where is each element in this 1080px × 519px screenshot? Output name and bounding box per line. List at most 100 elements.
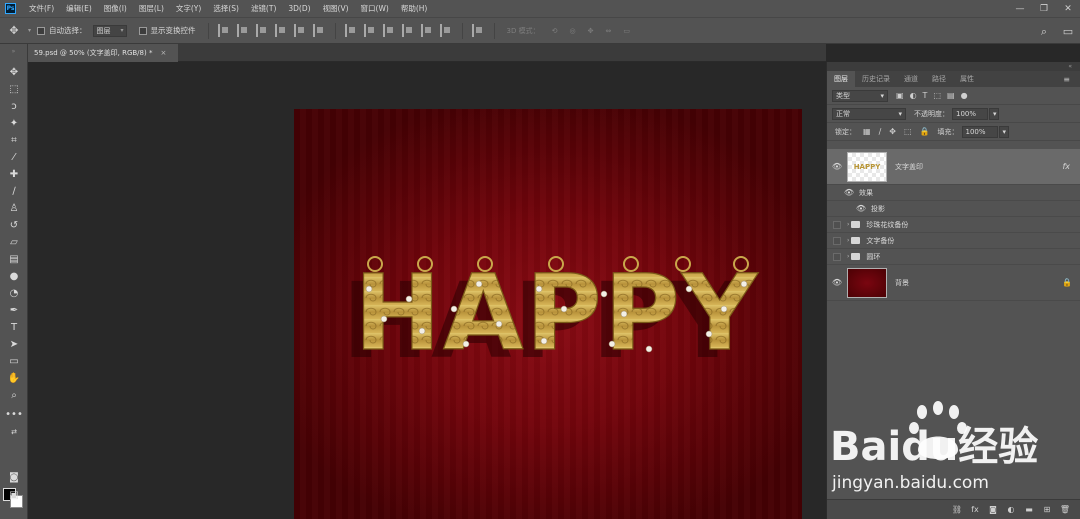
rectangle-tool-icon[interactable]: ▭ bbox=[5, 353, 23, 369]
3d-rotate-icon[interactable]: ⟲ bbox=[552, 27, 558, 35]
fill-dropdown[interactable]: ▾ bbox=[998, 125, 1009, 138]
fx-icon[interactable]: fx bbox=[1062, 162, 1070, 171]
visibility-eye-icon[interactable]: 👁 bbox=[827, 162, 847, 171]
canvas-area[interactable]: HAPPY HAPPY bbox=[28, 62, 826, 519]
move-tool-icon[interactable]: ✥ bbox=[5, 64, 23, 80]
lock-position-icon[interactable]: ✥ bbox=[889, 127, 896, 136]
minimize-button[interactable]: — bbox=[1008, 0, 1032, 17]
panel-collapse-bar[interactable]: « bbox=[827, 62, 1080, 71]
layer-row-background[interactable]: 👁 背景 🔒 bbox=[827, 265, 1080, 301]
align-bottom-icon[interactable] bbox=[312, 24, 326, 37]
path-selection-tool-icon[interactable]: ➤ bbox=[5, 336, 23, 352]
document-tab[interactable]: 59.psd @ 50% (文字盖印, RGB/8) * × bbox=[28, 44, 178, 62]
opacity-dropdown[interactable]: ▾ bbox=[989, 107, 999, 120]
delete-layer-icon[interactable]: 🗑 bbox=[1056, 505, 1074, 514]
distribute-vcenter-icon[interactable] bbox=[363, 24, 377, 37]
history-brush-tool-icon[interactable]: ↺ bbox=[5, 217, 23, 233]
eyedropper-tool-icon[interactable]: ⁄ bbox=[5, 149, 23, 165]
close-icon[interactable]: × bbox=[160, 49, 166, 57]
lock-image-icon[interactable]: ∕ bbox=[879, 127, 882, 136]
add-style-fx-icon[interactable]: fx bbox=[966, 505, 984, 514]
layer-effects-row[interactable]: 👁 效果 bbox=[827, 185, 1080, 201]
visibility-eye-icon[interactable]: 👁 bbox=[851, 204, 871, 213]
distribute-hcenter-icon[interactable] bbox=[420, 24, 434, 37]
layers-scrollbar[interactable] bbox=[1073, 152, 1078, 182]
tab-paths[interactable]: 路径 bbox=[925, 71, 953, 87]
eraser-tool-icon[interactable]: ▱ bbox=[5, 234, 23, 250]
move-tool-preset-icon[interactable]: ✥ bbox=[0, 24, 28, 37]
menu-help[interactable]: 帮助(H) bbox=[395, 3, 434, 14]
align-vcenter-icon[interactable] bbox=[293, 24, 307, 37]
layer-group-rings[interactable]: › 圆环 bbox=[827, 249, 1080, 265]
zoom-tool-icon[interactable]: ⌕ bbox=[5, 387, 23, 403]
menu-3d[interactable]: 3D(D) bbox=[282, 4, 316, 13]
distribute-right-icon[interactable] bbox=[439, 24, 453, 37]
new-group-icon[interactable]: ▬ bbox=[1020, 505, 1038, 514]
distribute-left-icon[interactable] bbox=[401, 24, 415, 37]
magic-wand-tool-icon[interactable]: ✦ bbox=[5, 115, 23, 131]
3d-pan-icon[interactable]: ✥ bbox=[588, 27, 594, 35]
gradient-tool-icon[interactable]: ▤ bbox=[5, 251, 23, 267]
transform-controls-checkbox[interactable] bbox=[138, 26, 147, 35]
tools-grip-icon[interactable]: » bbox=[0, 44, 27, 59]
tab-history[interactable]: 历史记录 bbox=[855, 71, 897, 87]
menu-select[interactable]: 选择(S) bbox=[207, 3, 245, 14]
healing-brush-tool-icon[interactable]: ✚ bbox=[5, 166, 23, 182]
brush-tool-icon[interactable]: ∕ bbox=[5, 183, 23, 199]
menu-file[interactable]: 文件(F) bbox=[23, 3, 60, 14]
layer-drop-shadow-row[interactable]: 👁 投影 bbox=[827, 201, 1080, 217]
clone-stamp-tool-icon[interactable]: ♙ bbox=[5, 200, 23, 216]
panel-menu-icon[interactable]: ≡ bbox=[1063, 75, 1070, 84]
quick-mask-icon[interactable]: ◙ bbox=[5, 469, 23, 485]
hand-tool-icon[interactable]: ✋ bbox=[5, 370, 23, 386]
filter-shape-icon[interactable]: ⬚ bbox=[933, 91, 941, 100]
align-hcenter-icon[interactable] bbox=[236, 24, 250, 37]
chevron-right-icon[interactable]: › bbox=[847, 237, 849, 244]
close-window-button[interactable]: ✕ bbox=[1056, 0, 1080, 17]
chevron-right-icon[interactable]: › bbox=[847, 221, 849, 228]
auto-select-dropdown[interactable]: 图层 ▾ bbox=[92, 24, 127, 37]
opacity-field[interactable]: 100% bbox=[952, 107, 988, 120]
filter-adjustment-icon[interactable]: ◐ bbox=[910, 91, 917, 100]
distribute-top-icon[interactable] bbox=[344, 24, 358, 37]
menu-edit[interactable]: 编辑(E) bbox=[60, 3, 98, 14]
more-tools-icon[interactable]: ••• bbox=[5, 406, 23, 422]
chevron-down-icon[interactable]: ▾ bbox=[28, 27, 31, 34]
new-layer-icon[interactable]: ⊞ bbox=[1038, 505, 1056, 514]
lock-artboard-icon[interactable]: ⬚ bbox=[904, 127, 912, 136]
visibility-toggle-off[interactable] bbox=[833, 236, 841, 245]
restore-button[interactable]: ❐ bbox=[1032, 0, 1056, 17]
tab-channels[interactable]: 通道 bbox=[897, 71, 925, 87]
auto-align-icon[interactable] bbox=[471, 24, 485, 37]
align-top-icon[interactable] bbox=[274, 24, 288, 37]
layer-filter-kind-dropdown[interactable]: 类型 ▾ bbox=[832, 89, 888, 102]
chevron-right-icon[interactable]: › bbox=[847, 253, 849, 260]
link-layers-icon[interactable]: ⛓ bbox=[948, 505, 966, 514]
crop-tool-icon[interactable]: ⌗ bbox=[5, 132, 23, 148]
add-mask-icon[interactable]: ◙ bbox=[984, 505, 1002, 514]
visibility-eye-icon[interactable]: 👁 bbox=[827, 278, 847, 287]
align-right-icon[interactable] bbox=[255, 24, 269, 37]
tab-properties[interactable]: 属性 bbox=[953, 71, 981, 87]
distribute-bottom-icon[interactable] bbox=[382, 24, 396, 37]
menu-layer[interactable]: 图层(L) bbox=[133, 3, 170, 14]
filter-type-icon[interactable]: T bbox=[923, 91, 928, 100]
auto-select-checkbox[interactable] bbox=[37, 26, 46, 35]
blend-mode-dropdown[interactable]: 正常 ▾ bbox=[832, 107, 906, 120]
blur-tool-icon[interactable]: ● bbox=[5, 268, 23, 284]
search-icon[interactable]: ⌕ bbox=[1032, 25, 1056, 39]
menu-type[interactable]: 文字(Y) bbox=[170, 3, 207, 14]
lasso-tool-icon[interactable]: ↄ bbox=[5, 98, 23, 114]
visibility-toggle-off[interactable] bbox=[833, 252, 841, 261]
lock-all-icon[interactable]: 🔒 bbox=[920, 127, 930, 136]
swap-colors-icon[interactable]: ⇄ bbox=[5, 424, 23, 440]
visibility-toggle-off[interactable] bbox=[833, 220, 841, 229]
dodge-tool-icon[interactable]: ◔ bbox=[5, 285, 23, 301]
document-canvas[interactable]: HAPPY HAPPY bbox=[294, 109, 802, 519]
layer-row-text-stamp[interactable]: 👁 HAPPY 文字盖印 fx bbox=[827, 149, 1080, 185]
filter-toggle-icon[interactable]: ● bbox=[961, 91, 968, 100]
3d-slide-icon[interactable]: ⇔ bbox=[605, 27, 611, 35]
adjustment-layer-icon[interactable]: ◐ bbox=[1002, 505, 1020, 514]
layer-group-text-backup[interactable]: › 文字备份 bbox=[827, 233, 1080, 249]
screen-mode-icon[interactable]: ▣ bbox=[5, 487, 23, 503]
